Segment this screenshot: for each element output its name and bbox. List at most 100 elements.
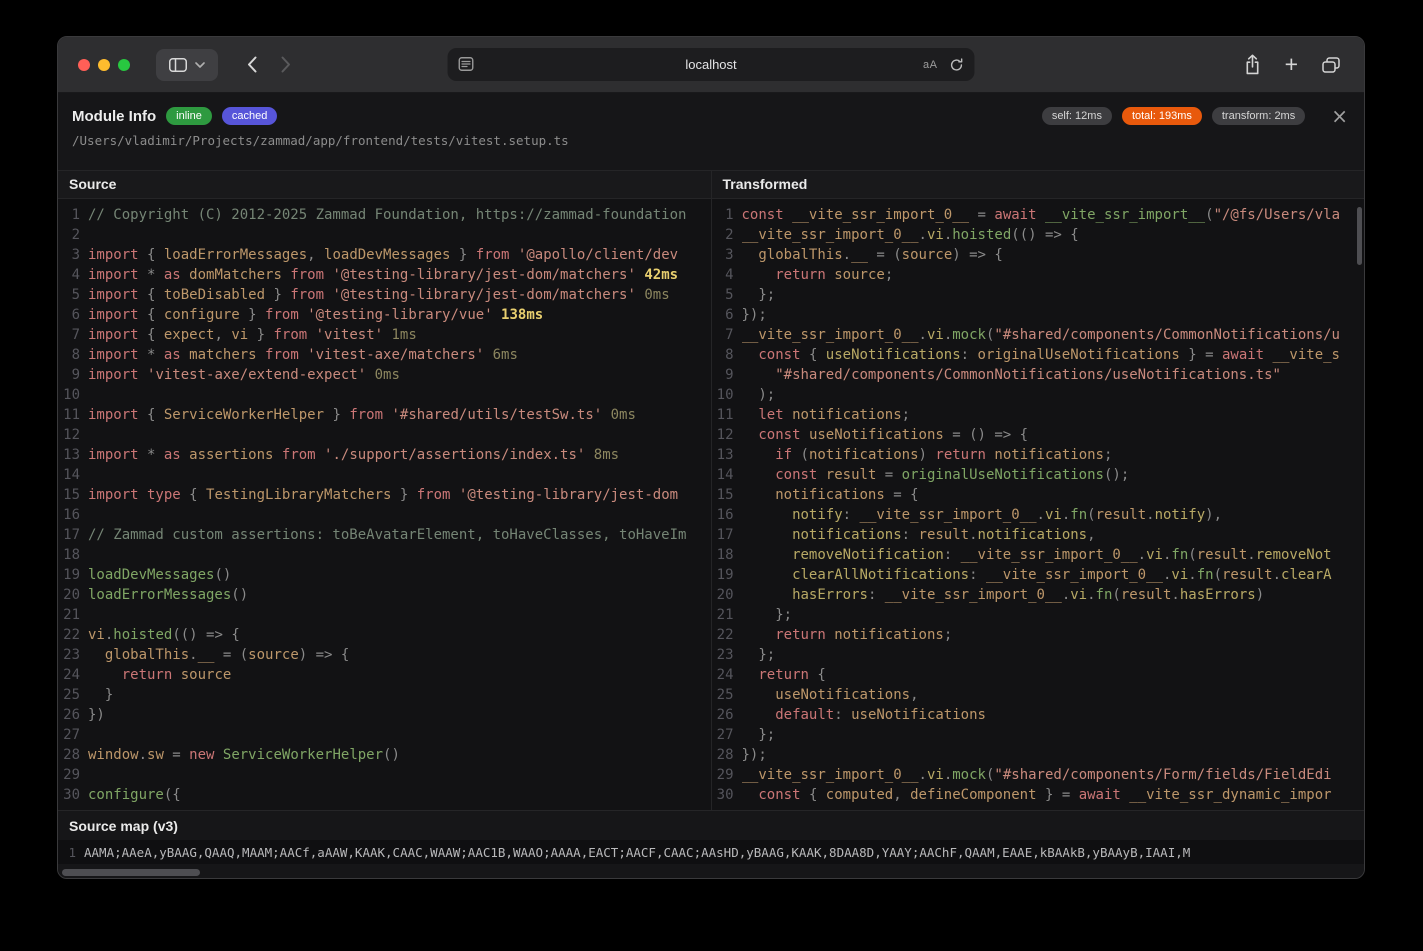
line-number: 28: [58, 745, 88, 765]
timing-badge-transform: transform: 2ms: [1212, 107, 1305, 125]
code-panels: Source 1// Copyright (C) 2012-2025 Zamma…: [58, 170, 1364, 810]
line-number: 12: [712, 425, 742, 445]
forward-button[interactable]: [272, 50, 300, 80]
back-button[interactable]: [238, 50, 266, 80]
share-button[interactable]: [1244, 54, 1261, 75]
code-line: 19loadDevMessages(): [58, 565, 711, 585]
transformed-code: 1const __vite_ssr_import_0__ = await __v…: [712, 199, 1365, 810]
code-line: 9 "#shared/components/CommonNotification…: [712, 365, 1365, 385]
window-minimize-button[interactable]: [98, 59, 110, 71]
module-info-title: Module Info: [72, 108, 156, 125]
code-line: 13import * as assertions from './support…: [58, 445, 711, 465]
code-line: 5 };: [712, 285, 1365, 305]
line-number: 27: [712, 725, 742, 745]
line-number: 15: [58, 485, 88, 505]
line-number: 11: [58, 405, 88, 425]
line-number: 5: [712, 285, 742, 305]
source-panel: Source 1// Copyright (C) 2012-2025 Zamma…: [58, 171, 712, 810]
horizontal-scrollbar[interactable]: [62, 869, 200, 876]
share-icon: [1244, 54, 1261, 75]
new-tab-button[interactable]: +: [1285, 53, 1298, 76]
code-line: 4import * as domMatchers from '@testing-…: [58, 265, 711, 285]
line-number: 28: [712, 745, 742, 765]
code-line: 15import type { TestingLibraryMatchers }…: [58, 485, 711, 505]
line-number: 2: [58, 225, 88, 245]
code-line: 16: [58, 505, 711, 525]
translate-icon[interactable]: aA: [923, 59, 937, 71]
line-number: 3: [712, 245, 742, 265]
line-number: 8: [712, 345, 742, 365]
code-line: 11 let notifications;: [712, 405, 1365, 425]
code-line: 26 default: useNotifications: [712, 705, 1365, 725]
url-field[interactable]: localhost aA: [448, 48, 975, 81]
code-line: 26}): [58, 705, 711, 725]
line-number: 30: [58, 785, 88, 805]
code-line: 7__vite_ssr_import_0__.vi.mock("#shared/…: [712, 325, 1365, 345]
code-line: 13 if (notifications) return notificatio…: [712, 445, 1365, 465]
line-number: 20: [712, 585, 742, 605]
window-close-button[interactable]: [78, 59, 90, 71]
line-number: 2: [712, 225, 742, 245]
line-number: 6: [58, 305, 88, 325]
code-line: 10 );: [712, 385, 1365, 405]
sourcemap-line-number: 1: [58, 845, 84, 860]
code-line: 21 };: [712, 605, 1365, 625]
code-line: 27: [58, 725, 711, 745]
code-line: 14: [58, 465, 711, 485]
source-code: 1// Copyright (C) 2012-2025 Zammad Found…: [58, 199, 711, 810]
reload-button[interactable]: [950, 58, 964, 72]
chevron-right-icon: [281, 56, 291, 73]
code-line: 1const __vite_ssr_import_0__ = await __v…: [712, 205, 1365, 225]
line-number: 12: [58, 425, 88, 445]
code-line: 30configure({: [58, 785, 711, 805]
line-number: 18: [712, 545, 742, 565]
line-number: 17: [712, 525, 742, 545]
code-line: 23 globalThis.__ = (source) => {: [58, 645, 711, 665]
window-zoom-button[interactable]: [118, 59, 130, 71]
line-number: 21: [712, 605, 742, 625]
line-number: 1: [58, 205, 88, 225]
code-line: 28});: [712, 745, 1365, 765]
reader-icon[interactable]: [459, 57, 474, 71]
module-file-path: /Users/vladimir/Projects/zammad/app/fron…: [72, 133, 1348, 148]
line-number: 20: [58, 585, 88, 605]
url-text: localhost: [685, 57, 736, 72]
line-number: 7: [58, 325, 88, 345]
line-number: 25: [712, 685, 742, 705]
code-line: 18 removeNotification: __vite_ssr_import…: [712, 545, 1365, 565]
line-number: 16: [58, 505, 88, 525]
line-number: 22: [58, 625, 88, 645]
sidebar-icon: [169, 58, 187, 72]
line-number: 24: [712, 665, 742, 685]
code-line: 10: [58, 385, 711, 405]
close-module-button[interactable]: ×: [1331, 107, 1348, 125]
line-number: 4: [712, 265, 742, 285]
code-line: 15 notifications = {: [712, 485, 1365, 505]
code-line: 7import { expect, vi } from 'vitest' 1ms: [58, 325, 711, 345]
tab-overview-icon: [1322, 57, 1340, 73]
code-line: 12 const useNotifications = () => {: [712, 425, 1365, 445]
tab-overview-button[interactable]: [1322, 57, 1340, 73]
code-line: 17// Zammad custom assertions: toBeAvata…: [58, 525, 711, 545]
line-number: 23: [58, 645, 88, 665]
code-line: 27 };: [712, 725, 1365, 745]
line-number: 14: [58, 465, 88, 485]
vertical-scrollbar[interactable]: [1357, 207, 1362, 265]
panel-title-source: Source: [58, 171, 711, 199]
line-number: 3: [58, 245, 88, 265]
line-number: 7: [712, 325, 742, 345]
timing-badge-total: total: 193ms: [1122, 107, 1202, 125]
code-line: 22 return notifications;: [712, 625, 1365, 645]
browser-toolbar: localhost aA +: [58, 37, 1364, 93]
line-number: 15: [712, 485, 742, 505]
sidebar-toggle-button[interactable]: [156, 49, 218, 81]
code-line: 18: [58, 545, 711, 565]
code-line: 29__vite_ssr_import_0__.vi.mock("#shared…: [712, 765, 1365, 785]
code-line: 8 const { useNotifications: originalUseN…: [712, 345, 1365, 365]
line-number: 30: [712, 785, 742, 805]
code-line: 5import { toBeDisabled } from '@testing-…: [58, 285, 711, 305]
line-number: 21: [58, 605, 88, 625]
line-number: 25: [58, 685, 88, 705]
line-number: 9: [58, 365, 88, 385]
code-line: 25 }: [58, 685, 711, 705]
